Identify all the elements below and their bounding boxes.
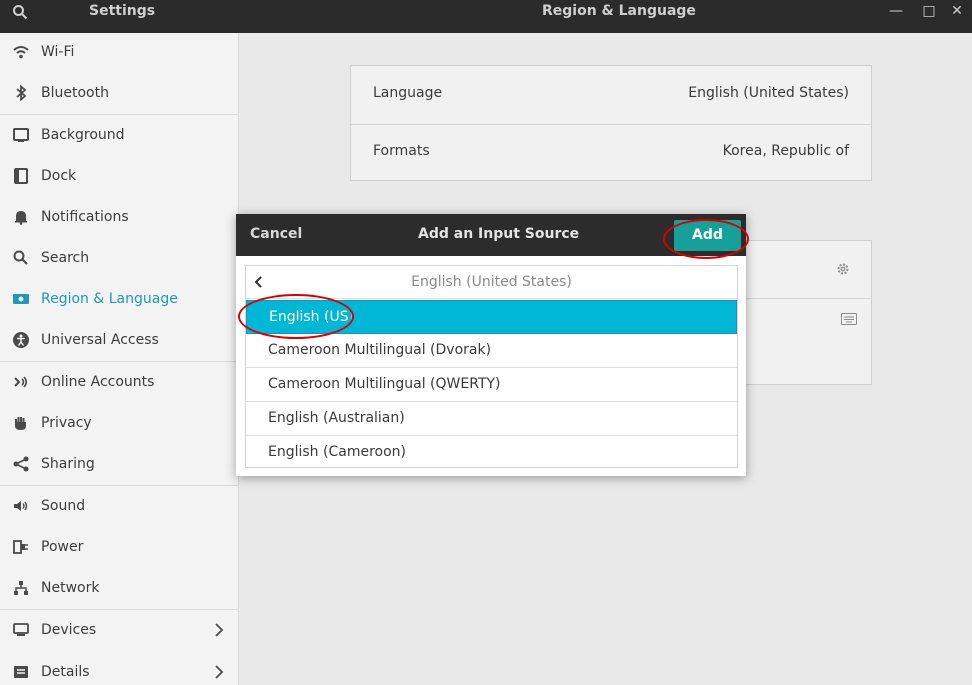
details-icon — [14, 666, 28, 678]
share-icon — [13, 456, 29, 472]
sidebar-item-privacy[interactable]: Privacy — [0, 404, 239, 444]
page-title: Region & Language — [542, 3, 696, 19]
search-icon — [13, 250, 28, 265]
list-item[interactable]: English (Cameroon) — [246, 436, 737, 470]
sidebar-item-details[interactable]: Details — [0, 653, 239, 685]
sidebar-divider — [0, 361, 239, 362]
language-row[interactable]: Language English (United States) — [351, 66, 871, 124]
sidebar-item-label: Devices — [41, 622, 97, 638]
sidebar-item-online-accounts[interactable]: Online Accounts — [0, 363, 239, 403]
add-button[interactable]: Add — [674, 220, 741, 251]
sidebar-divider — [0, 485, 239, 486]
online-accounts-icon — [14, 376, 28, 388]
cancel-button[interactable]: Cancel — [250, 226, 302, 242]
list-header-language: English (United States) — [411, 274, 572, 290]
list-item[interactable]: English (Australian) — [246, 402, 737, 436]
dialog-title: Add an Input Source — [418, 226, 580, 242]
list-item-label: Cameroon Multilingual (Dvorak) — [268, 342, 492, 358]
bluetooth-icon — [16, 84, 27, 102]
sidebar-item-label: Sound — [41, 498, 86, 514]
dock-icon — [14, 168, 28, 184]
list-item-label: English (Australian) — [268, 410, 405, 426]
devices-icon — [13, 623, 29, 636]
sidebar-item-dock[interactable]: Dock — [0, 157, 239, 197]
formats-label: Formats — [373, 143, 430, 159]
sidebar-item-region-language[interactable]: Region & Language — [0, 280, 239, 320]
dialog-header: Cancel Add an Input Source Add — [236, 214, 746, 256]
sidebar-item-label: Power — [41, 539, 84, 555]
sidebar-item-wifi[interactable]: Wi-Fi — [0, 33, 239, 73]
sidebar-item-label: Dock — [41, 168, 77, 184]
sidebar-item-power[interactable]: Power — [0, 528, 239, 568]
language-formats-card: Language English (United States) Formats… — [350, 65, 872, 181]
app-title: Settings — [89, 3, 156, 19]
list-header[interactable]: English (United States) — [246, 266, 737, 299]
bell-icon — [15, 211, 27, 225]
list-item[interactable]: Cameroon Multilingual (QWERTY) — [246, 368, 737, 402]
sidebar-item-label: Online Accounts — [41, 374, 155, 390]
formats-row[interactable]: Formats Korea, Republic of — [351, 124, 871, 182]
speaker-icon — [14, 501, 28, 511]
sidebar-item-search[interactable]: Search — [0, 239, 239, 279]
sidebar-item-network[interactable]: Network — [0, 569, 239, 609]
wifi-icon — [13, 46, 29, 59]
search-icon[interactable] — [12, 4, 28, 20]
sidebar-item-devices[interactable]: Devices — [0, 611, 239, 651]
input-source-list: English (United States) English (US) Cam… — [245, 265, 738, 468]
sidebar-item-bluetooth[interactable]: Bluetooth — [0, 74, 239, 114]
maximize-icon[interactable]: □ — [920, 2, 938, 20]
sidebar-item-label: Wi-Fi — [41, 44, 75, 60]
power-plug-icon — [13, 540, 28, 554]
header-bar: Settings Region & Language — □ ✕ — [0, 0, 972, 33]
keyboard-icon[interactable] — [841, 313, 857, 325]
gear-icon[interactable] — [835, 261, 851, 277]
sidebar-item-label: Universal Access — [41, 332, 159, 348]
sidebar-item-label: Search — [41, 250, 90, 266]
sidebar-item-sound[interactable]: Sound — [0, 487, 239, 527]
sidebar-divider — [0, 114, 239, 115]
list-item-label: Cameroon Multilingual (QWERTY) — [268, 376, 501, 392]
chevron-right-icon — [215, 623, 224, 637]
accessibility-icon — [13, 332, 29, 348]
sidebar-item-label: Bluetooth — [41, 85, 109, 101]
sidebar: Wi-Fi Bluetooth Background Dock Notifica… — [0, 33, 239, 685]
formats-value: Korea, Republic of — [722, 143, 849, 159]
sidebar-item-label: Region & Language — [41, 291, 178, 307]
network-icon — [14, 581, 28, 595]
hand-icon — [15, 417, 26, 430]
flag-icon — [13, 294, 29, 304]
sidebar-divider — [0, 609, 239, 610]
list-item[interactable]: Cameroon Multilingual (Dvorak) — [246, 334, 737, 368]
sidebar-item-label: Details — [41, 664, 90, 680]
sidebar-item-notifications[interactable]: Notifications — [0, 198, 239, 238]
sidebar-item-label: Sharing — [41, 456, 95, 472]
list-item-label: English (US) — [269, 309, 355, 325]
chevron-right-icon — [215, 665, 224, 679]
sidebar-item-label: Background — [41, 127, 125, 143]
language-value: English (United States) — [688, 85, 849, 101]
sidebar-item-background[interactable]: Background — [0, 116, 239, 156]
background-icon — [13, 128, 29, 142]
sidebar-item-sharing[interactable]: Sharing — [0, 445, 239, 485]
close-icon[interactable]: ✕ — [948, 2, 966, 20]
language-label: Language — [373, 85, 443, 101]
add-input-source-dialog: Cancel Add an Input Source Add English (… — [236, 214, 746, 476]
list-item[interactable]: English (US) — [246, 300, 737, 334]
sidebar-item-universal-access[interactable]: Universal Access — [0, 321, 239, 361]
sidebar-item-label: Notifications — [41, 209, 129, 225]
minimize-icon[interactable]: — — [887, 2, 905, 20]
sidebar-item-label: Network — [41, 580, 100, 596]
list-item-label: English (Cameroon) — [268, 444, 406, 460]
sidebar-item-label: Privacy — [41, 415, 92, 431]
